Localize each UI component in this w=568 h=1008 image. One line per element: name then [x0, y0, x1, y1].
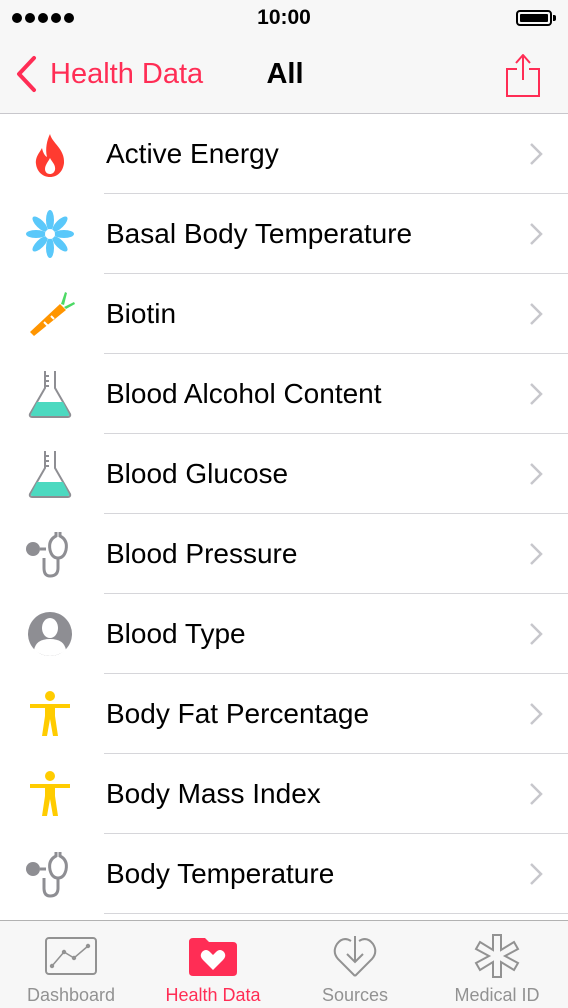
list-item-label: Body Fat Percentage: [106, 698, 370, 729]
battery-icon: [516, 10, 556, 26]
chevron-left-icon: [17, 56, 36, 92]
body-figure-icon: [24, 688, 76, 740]
person-silhouette-icon: [24, 608, 76, 660]
list-item-label: Blood Glucose: [106, 458, 289, 489]
list-item-body-mass-index[interactable]: Body Mass Index: [0, 754, 568, 834]
chevron-right-icon: [530, 223, 543, 245]
list-item-label: Body Temperature: [106, 858, 335, 889]
tab-medical-id[interactable]: Medical ID: [426, 921, 568, 1008]
flask-icon: [24, 368, 76, 420]
dashboard-icon: [43, 933, 99, 979]
body-figure-icon: [24, 768, 76, 820]
list-item-label: Biotin: [106, 298, 177, 329]
chevron-right-icon: [530, 303, 543, 325]
tab-bar: Dashboard Health Data Sources Medical ID: [0, 920, 568, 1008]
tab-label: Dashboard: [26, 985, 116, 1005]
chevron-right-icon: [530, 783, 543, 805]
chevron-right-icon: [530, 143, 543, 165]
tab-health-data[interactable]: Health Data: [142, 921, 284, 1008]
tab-sources[interactable]: Sources: [284, 921, 426, 1008]
health-data-list: Active Energy Basal Body Temperature Bio…: [0, 114, 568, 914]
list-item-blood-type[interactable]: Blood Type: [0, 594, 568, 674]
list-item-blood-alcohol-content[interactable]: Blood Alcohol Content: [0, 354, 568, 434]
stethoscope-icon: [24, 848, 76, 900]
chevron-right-icon: [530, 463, 543, 485]
status-bar: 10:00: [0, 0, 568, 40]
tab-label: Sources: [321, 985, 389, 1005]
navigation-bar: Health Data All: [0, 40, 568, 114]
divider: [104, 913, 568, 914]
medical-id-icon: [469, 933, 525, 979]
list-item-label: Blood Type: [106, 618, 246, 649]
list-item-active-energy[interactable]: Active Energy: [0, 114, 568, 194]
list-item-blood-glucose[interactable]: Blood Glucose: [0, 434, 568, 514]
chevron-right-icon: [530, 623, 543, 645]
share-icon[interactable]: [504, 50, 542, 98]
status-time: 10:00: [257, 6, 311, 29]
chevron-right-icon: [530, 863, 543, 885]
tab-label: Health Data: [165, 985, 261, 1005]
list-item-biotin[interactable]: Biotin: [0, 274, 568, 354]
list-item-label: Active Energy: [106, 138, 279, 169]
tab-dashboard[interactable]: Dashboard: [0, 921, 142, 1008]
chevron-right-icon: [530, 543, 543, 565]
health-data-icon: [185, 933, 241, 979]
page-title: All: [266, 58, 304, 90]
sources-icon: [327, 933, 383, 979]
chevron-right-icon: [530, 383, 543, 405]
back-button[interactable]: Health Data: [14, 54, 203, 94]
chevron-right-icon: [530, 703, 543, 725]
snowflake-icon: [24, 208, 76, 260]
back-button-label: Health Data: [50, 57, 204, 90]
tab-label: Medical ID: [454, 985, 540, 1005]
list-item-label: Blood Pressure: [106, 538, 298, 569]
list-item-label: Basal Body Temperature: [106, 218, 413, 249]
list-item-blood-pressure[interactable]: Blood Pressure: [0, 514, 568, 594]
list-item-body-temperature[interactable]: Body Temperature: [0, 834, 568, 914]
list-item-label: Blood Alcohol Content: [106, 378, 382, 409]
flask-icon: [24, 448, 76, 500]
list-item-basal-body-temperature[interactable]: Basal Body Temperature: [0, 194, 568, 274]
list-item-label: Body Mass Index: [106, 778, 321, 809]
list-item-body-fat-percentage[interactable]: Body Fat Percentage: [0, 674, 568, 754]
carrot-icon: [24, 288, 76, 340]
flame-icon: [24, 128, 76, 180]
stethoscope-icon: [24, 528, 76, 580]
